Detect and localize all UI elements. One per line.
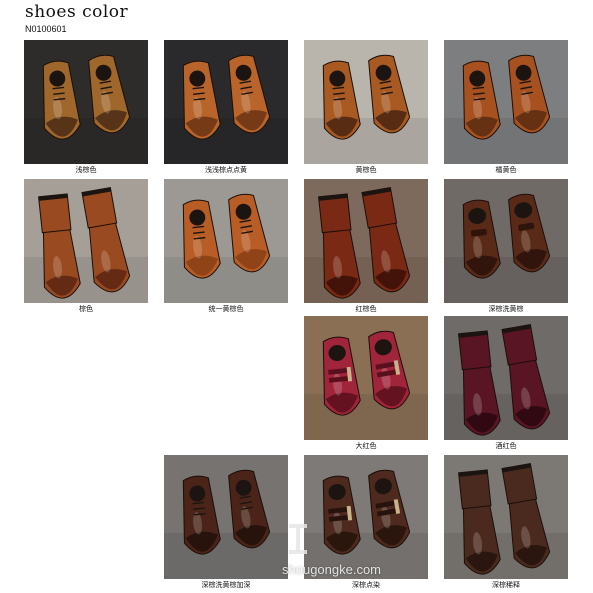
shoe-photo xyxy=(24,40,148,164)
swatch-tile[interactable]: 深棕稀释 xyxy=(444,455,568,590)
shoe-photo xyxy=(164,455,288,579)
shoe-photo xyxy=(304,455,428,579)
swatch-caption: 深棕稀释 xyxy=(492,581,520,589)
swatch-caption: 黄棕色 xyxy=(355,166,377,174)
page-title: shoes color xyxy=(25,2,129,22)
shoe-photo xyxy=(444,179,568,303)
shoe-photo xyxy=(444,316,568,440)
swatch-tile[interactable]: 深棕洗黄棕加深 xyxy=(164,455,288,590)
shoe-photo xyxy=(444,40,568,164)
swatch-tile[interactable]: 大红色 xyxy=(304,316,428,451)
swatch-tile[interactable]: 浅棕色 xyxy=(24,40,148,175)
swatch-caption: 深棕洗黄棕加深 xyxy=(201,581,251,589)
swatch-caption: 棕色 xyxy=(79,305,93,313)
shoe-photo xyxy=(304,316,428,440)
swatch-caption: 红棕色 xyxy=(355,305,377,313)
swatch-tile[interactable]: 统一黄棕色 xyxy=(164,179,288,314)
shoe-photo xyxy=(304,40,428,164)
swatch-caption: 浅浅棕点点黄 xyxy=(205,166,247,174)
swatch-caption: 橘黄色 xyxy=(495,166,517,174)
shoe-photo xyxy=(164,179,288,303)
swatch-tile[interactable]: 酒红色 xyxy=(444,316,568,451)
swatch-caption: 深棕点染 xyxy=(352,581,380,589)
swatch-tile[interactable]: 深棕洗黄棕 xyxy=(444,179,568,314)
shoe-photo xyxy=(444,455,568,579)
swatch-tile[interactable]: 浅浅棕点点黄 xyxy=(164,40,288,175)
shoe-photo xyxy=(24,179,148,303)
swatch-caption: 深棕洗黄棕 xyxy=(488,305,524,313)
swatch-tile[interactable]: 红棕色 xyxy=(304,179,428,314)
watermark-text: shougongke.com xyxy=(282,562,382,577)
swatch-caption: 大红色 xyxy=(355,442,377,450)
shoe-photo xyxy=(304,179,428,303)
shoe-photo xyxy=(164,40,288,164)
product-code: N0100601 xyxy=(25,24,67,34)
watermark-logo-icon xyxy=(289,524,307,554)
swatch-tile[interactable]: 黄棕色 xyxy=(304,40,428,175)
swatch-caption: 酒红色 xyxy=(495,442,517,450)
swatch-tile[interactable]: 棕色 xyxy=(24,179,148,314)
swatch-tile[interactable]: 橘黄色 xyxy=(444,40,568,175)
swatch-caption: 统一黄棕色 xyxy=(208,305,244,313)
swatch-caption: 浅棕色 xyxy=(75,166,97,174)
